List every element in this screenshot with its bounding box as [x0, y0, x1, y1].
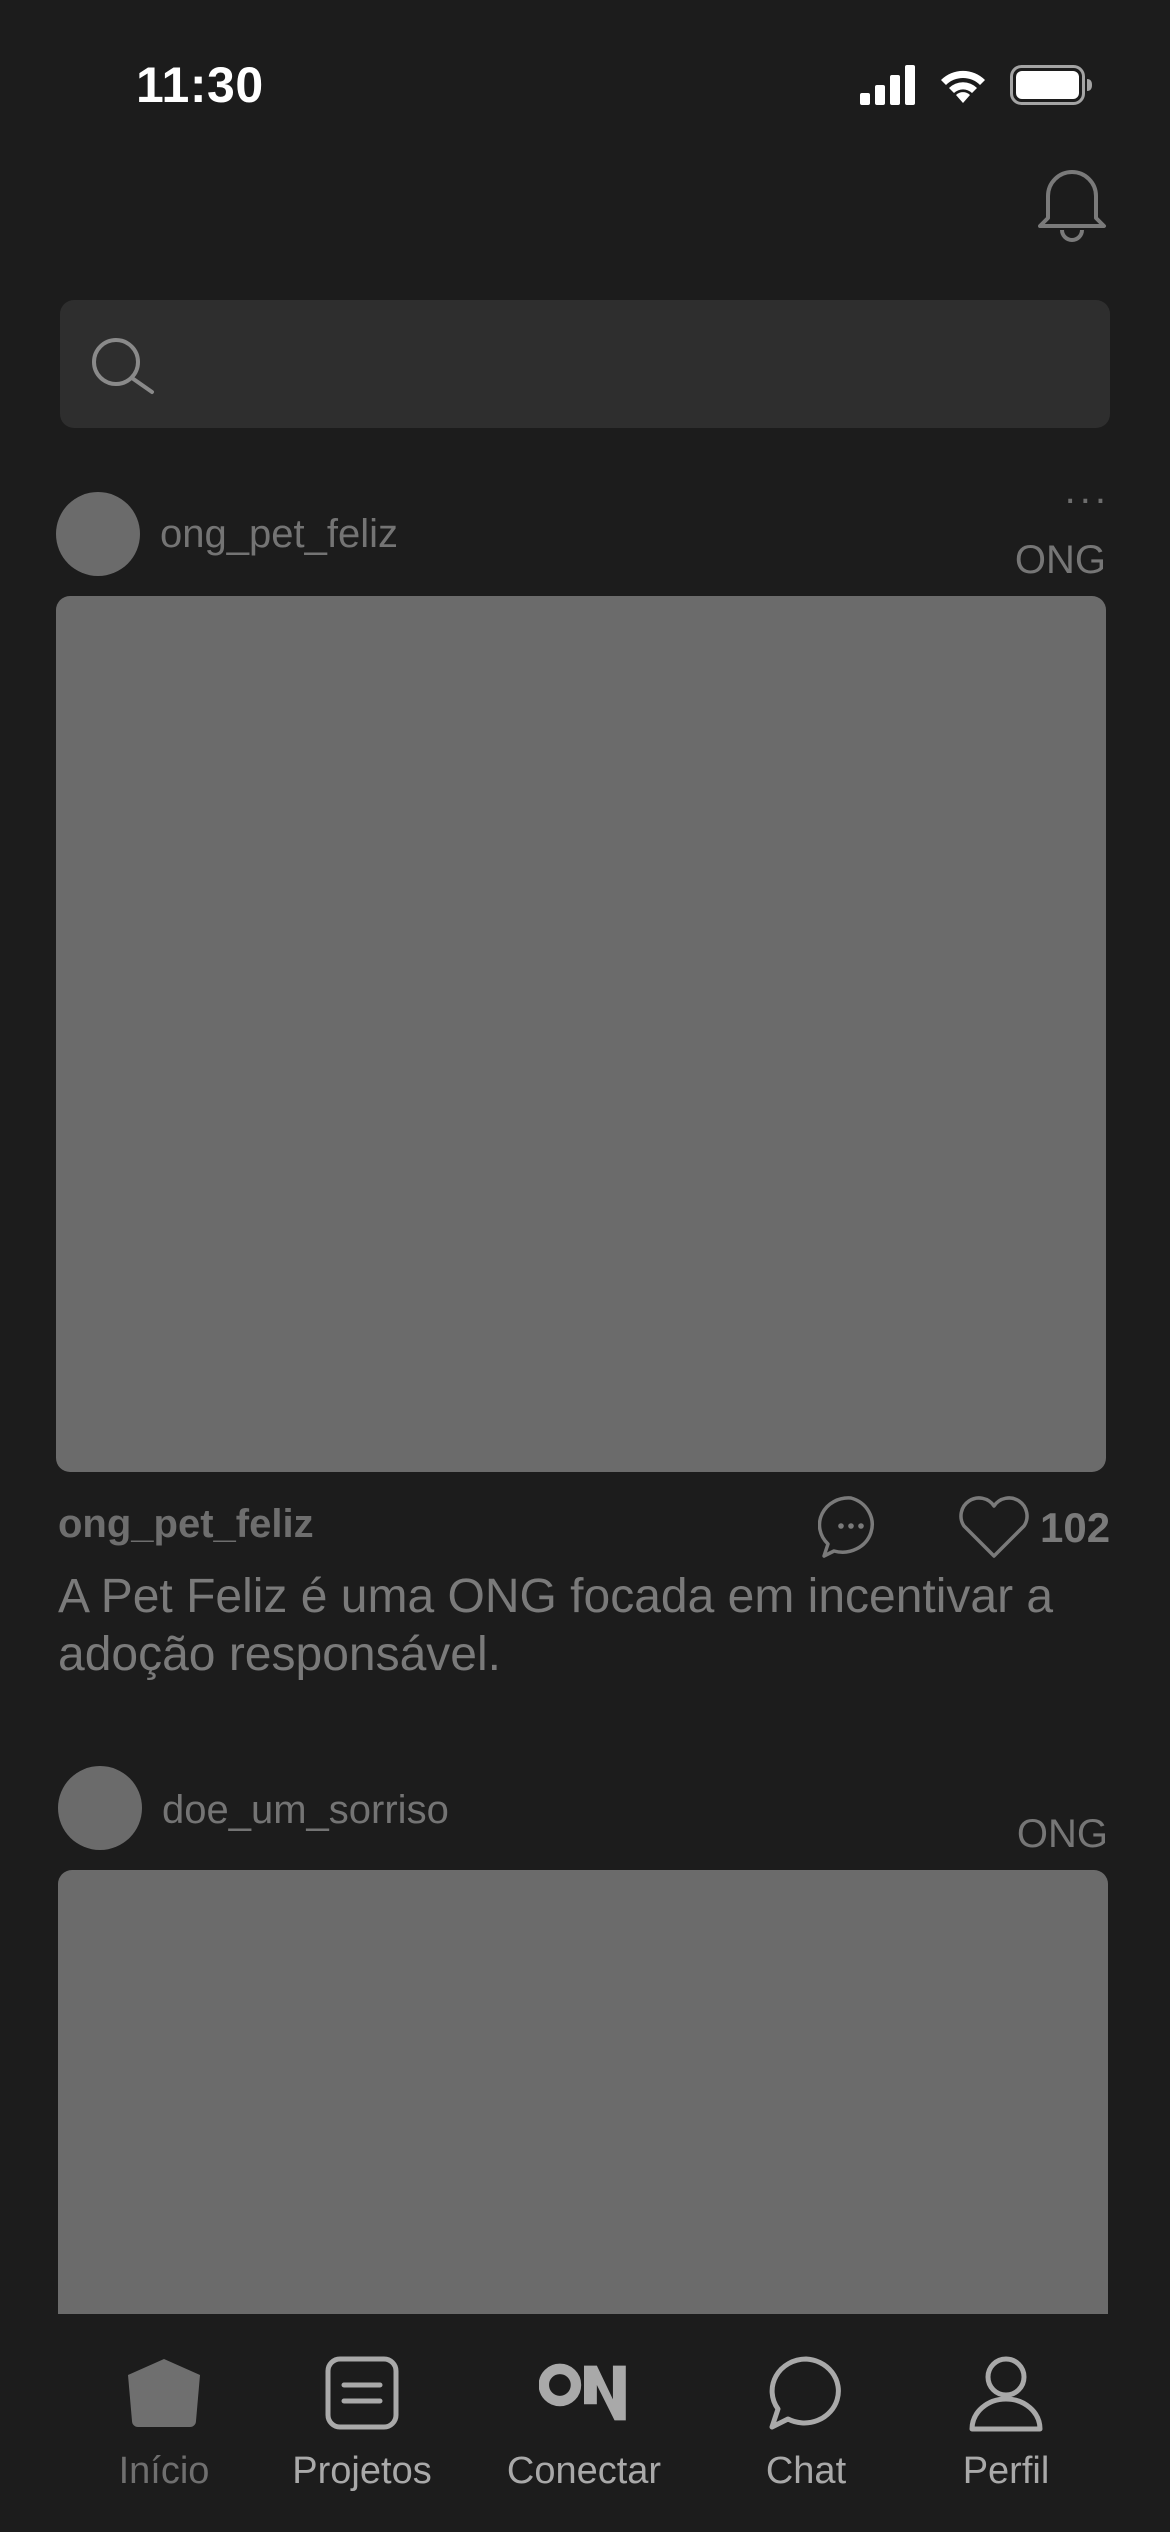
post-2-author[interactable]: doe_um_sorriso	[162, 1788, 449, 1833]
post-2-avatar[interactable]	[58, 1766, 142, 1850]
cellular-signal-icon	[860, 65, 915, 105]
comment-icon[interactable]	[817, 1494, 884, 1560]
status-icons	[860, 62, 1094, 108]
post-1-caption-author[interactable]: ong_pet_feliz	[58, 1502, 314, 1547]
tab-chat-label: Chat	[765, 2450, 847, 2492]
tab-projetos-label: Projetos	[292, 2450, 432, 2492]
post-1-image[interactable]	[56, 596, 1106, 1472]
home-icon	[119, 2348, 209, 2438]
search-input[interactable]	[180, 300, 1084, 430]
tab-inicio-label: Início	[118, 2450, 210, 2492]
notifications-bell-icon[interactable]	[1034, 160, 1110, 242]
tab-chat[interactable]: Chat	[706, 2348, 906, 2528]
wifi-icon	[941, 70, 985, 103]
tab-conectar[interactable]: Conectar	[484, 2348, 684, 2528]
post-1-avatar[interactable]	[56, 492, 140, 576]
tab-bar: Início Projetos Conectar Chat Perfil	[0, 2314, 1170, 2532]
projects-icon	[317, 2348, 407, 2438]
chat-icon	[761, 2348, 851, 2438]
post-2-image[interactable]	[58, 1870, 1108, 2370]
status-time: 11:30	[136, 57, 264, 113]
tab-conectar-label: Conectar	[506, 2450, 662, 2492]
post-1-author[interactable]: ong_pet_feliz	[160, 512, 398, 557]
profile-icon	[961, 2348, 1051, 2438]
tab-inicio[interactable]: Início	[64, 2348, 264, 2528]
tab-perfil-label: Perfil	[962, 2450, 1050, 2492]
tab-projetos[interactable]: Projetos	[262, 2348, 462, 2528]
on-logo-icon	[539, 2348, 629, 2438]
search-bar[interactable]	[60, 300, 1110, 430]
post-1-tag: ONG	[1014, 538, 1106, 582]
tab-perfil[interactable]: Perfil	[906, 2348, 1106, 2528]
post-1-caption: A Pet Feliz é uma ONG focada em incentiv…	[58, 1570, 1054, 1681]
heart-icon[interactable]	[956, 1496, 1032, 1560]
post-2-tag: ONG	[1016, 1812, 1108, 1856]
post-1-more-options-button[interactable]: ...	[1065, 468, 1110, 513]
post-1-like-count: 102	[1040, 1504, 1111, 1551]
battery-icon	[1010, 65, 1092, 105]
search-icon	[90, 336, 156, 398]
